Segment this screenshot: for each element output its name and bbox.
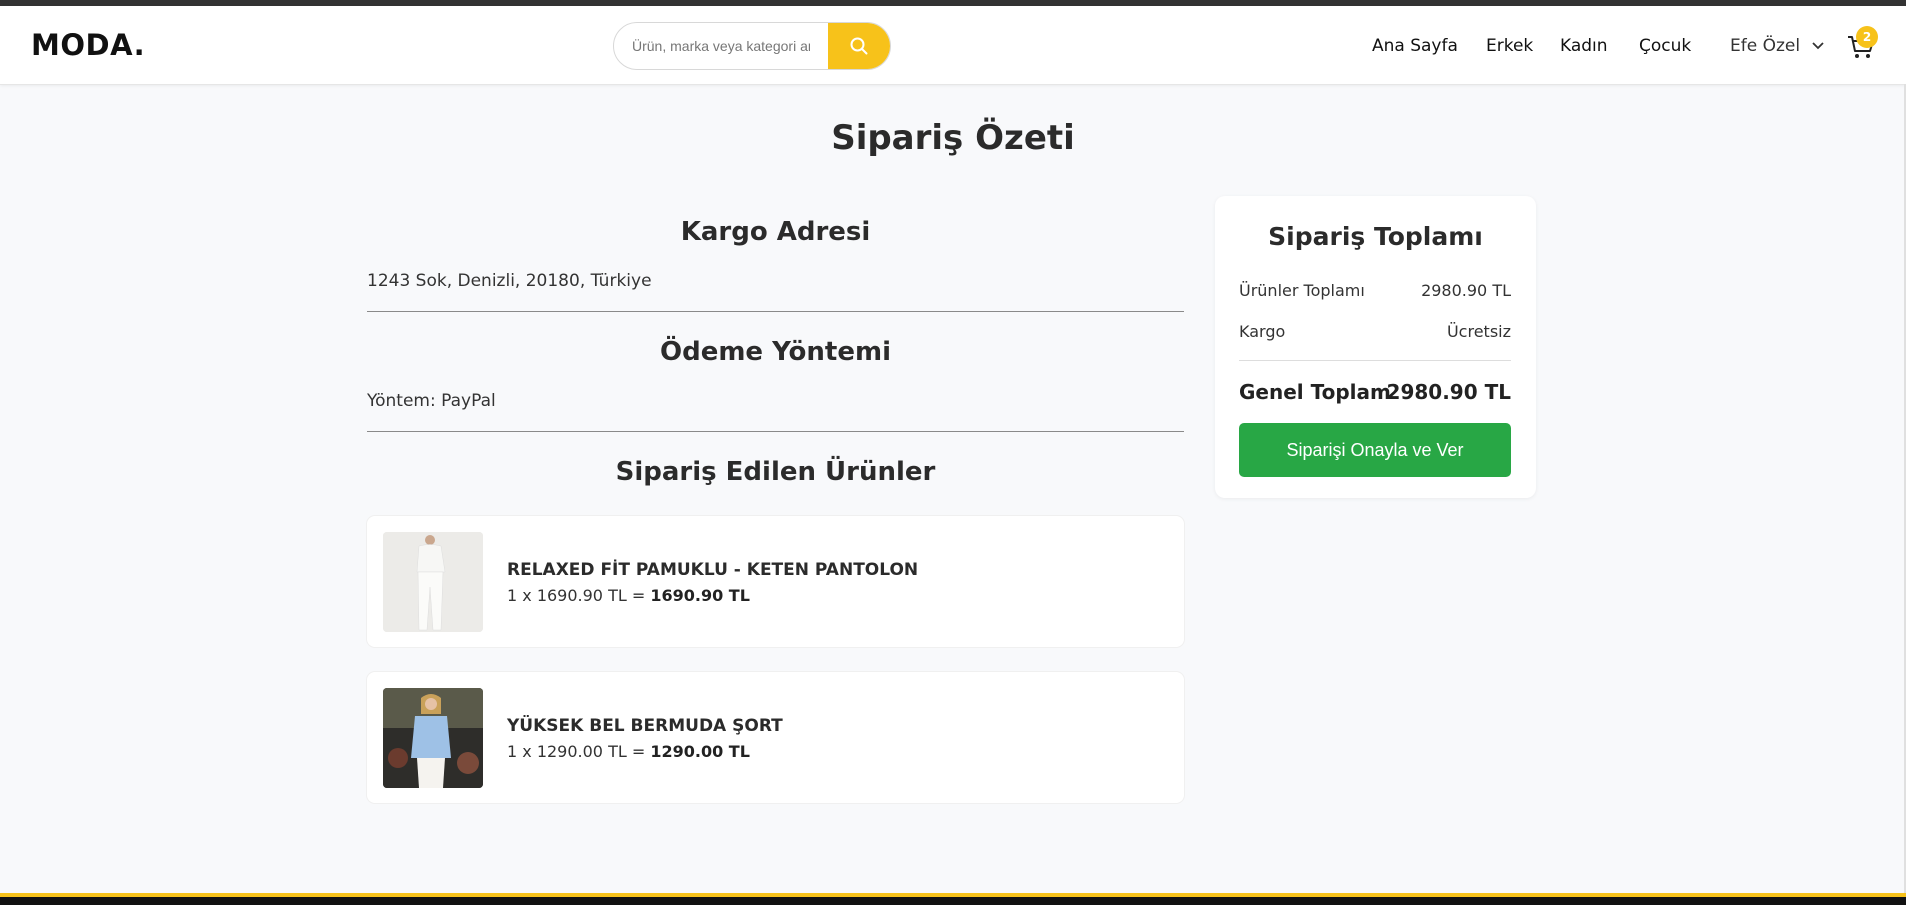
line-total: 1290.00 TL	[650, 742, 750, 761]
price-breakdown: 1 x 1690.90 TL =	[507, 586, 651, 605]
page-title: Sipariş Özeti	[831, 118, 1075, 158]
summary-divider	[1239, 360, 1511, 361]
search-bar	[613, 22, 891, 70]
divider	[367, 311, 1184, 312]
product-name: RELAXED FİT PAMUKLU - KETEN PANTOLON	[507, 560, 919, 580]
ordered-items-section: Sipariş Edilen Ürünler RELAXED FİT PAMUK…	[367, 457, 1184, 803]
grand-total-row: Genel Toplam 2980.90 TL	[1239, 380, 1511, 404]
ordered-items-title: Sipariş Edilen Ürünler	[615, 457, 936, 487]
divider	[367, 431, 1184, 432]
site-logo[interactable]: MODA.	[31, 28, 145, 62]
search-icon	[850, 37, 868, 55]
cart-count-badge: 2	[1856, 26, 1878, 48]
footer-accent	[0, 893, 1906, 897]
payment-method-section: Ödeme Yöntemi Yöntem: PayPal	[367, 337, 1184, 432]
chevron-down-icon	[1812, 42, 1825, 50]
nav-kids[interactable]: Çocuk	[1639, 36, 1691, 56]
order-summary-title: Sipariş Toplamı	[1268, 222, 1483, 251]
user-menu[interactable]: Efe Özel	[1730, 36, 1825, 56]
nav-women[interactable]: Kadın	[1560, 36, 1608, 56]
shipping-label: Kargo	[1239, 322, 1286, 341]
shipping-row: Kargo Ücretsiz	[1239, 322, 1511, 341]
product-image[interactable]	[383, 532, 483, 632]
products-total-value: 2980.90 TL	[1421, 281, 1511, 300]
user-name: Efe Özel	[1730, 36, 1801, 56]
search-input[interactable]	[614, 23, 828, 69]
grand-total-label: Genel Toplam	[1239, 380, 1391, 404]
products-total-row: Ürünler Toplamı 2980.90 TL	[1239, 281, 1511, 300]
products-total-label: Ürünler Toplamı	[1239, 281, 1365, 300]
order-item: RELAXED FİT PAMUKLU - KETEN PANTOLON 1 x…	[367, 516, 1184, 647]
product-price: 1 x 1290.00 TL = 1290.00 TL	[507, 742, 750, 761]
shipping-address-title: Kargo Adresi	[680, 217, 871, 247]
nav-men[interactable]: Erkek	[1486, 36, 1533, 56]
order-summary-card: Sipariş Toplamı Ürünler Toplamı 2980.90 …	[1215, 196, 1536, 498]
shipping-value: Ücretsiz	[1446, 322, 1511, 341]
payment-method-title: Ödeme Yöntemi	[659, 337, 891, 367]
payment-method-text: Yöntem: PayPal	[367, 391, 496, 411]
order-item: YÜKSEK BEL BERMUDA ŞORT 1 x 1290.00 TL =…	[367, 672, 1184, 803]
product-price: 1 x 1690.90 TL = 1690.90 TL	[507, 586, 750, 605]
shipping-address-text: 1243 Sok, Denizli, 20180, Türkiye	[367, 271, 652, 291]
search-button[interactable]	[828, 23, 890, 69]
product-name: YÜKSEK BEL BERMUDA ŞORT	[507, 716, 783, 736]
nav-home[interactable]: Ana Sayfa	[1372, 36, 1458, 56]
price-breakdown: 1 x 1290.00 TL =	[507, 742, 651, 761]
confirm-order-button[interactable]: Siparişi Onayla ve Ver	[1239, 423, 1511, 477]
grand-total-value: 2980.90 TL	[1386, 380, 1511, 404]
order-details: Kargo Adresi 1243 Sok, Denizli, 20180, T…	[367, 195, 1184, 803]
shipping-address-section: Kargo Adresi 1243 Sok, Denizli, 20180, T…	[367, 217, 1184, 312]
site-header: MODA. Ana Sayfa Erkek Kadın Çocuk Efe Öz…	[0, 6, 1906, 85]
line-total: 1690.90 TL	[650, 586, 750, 605]
product-image[interactable]	[383, 688, 483, 788]
